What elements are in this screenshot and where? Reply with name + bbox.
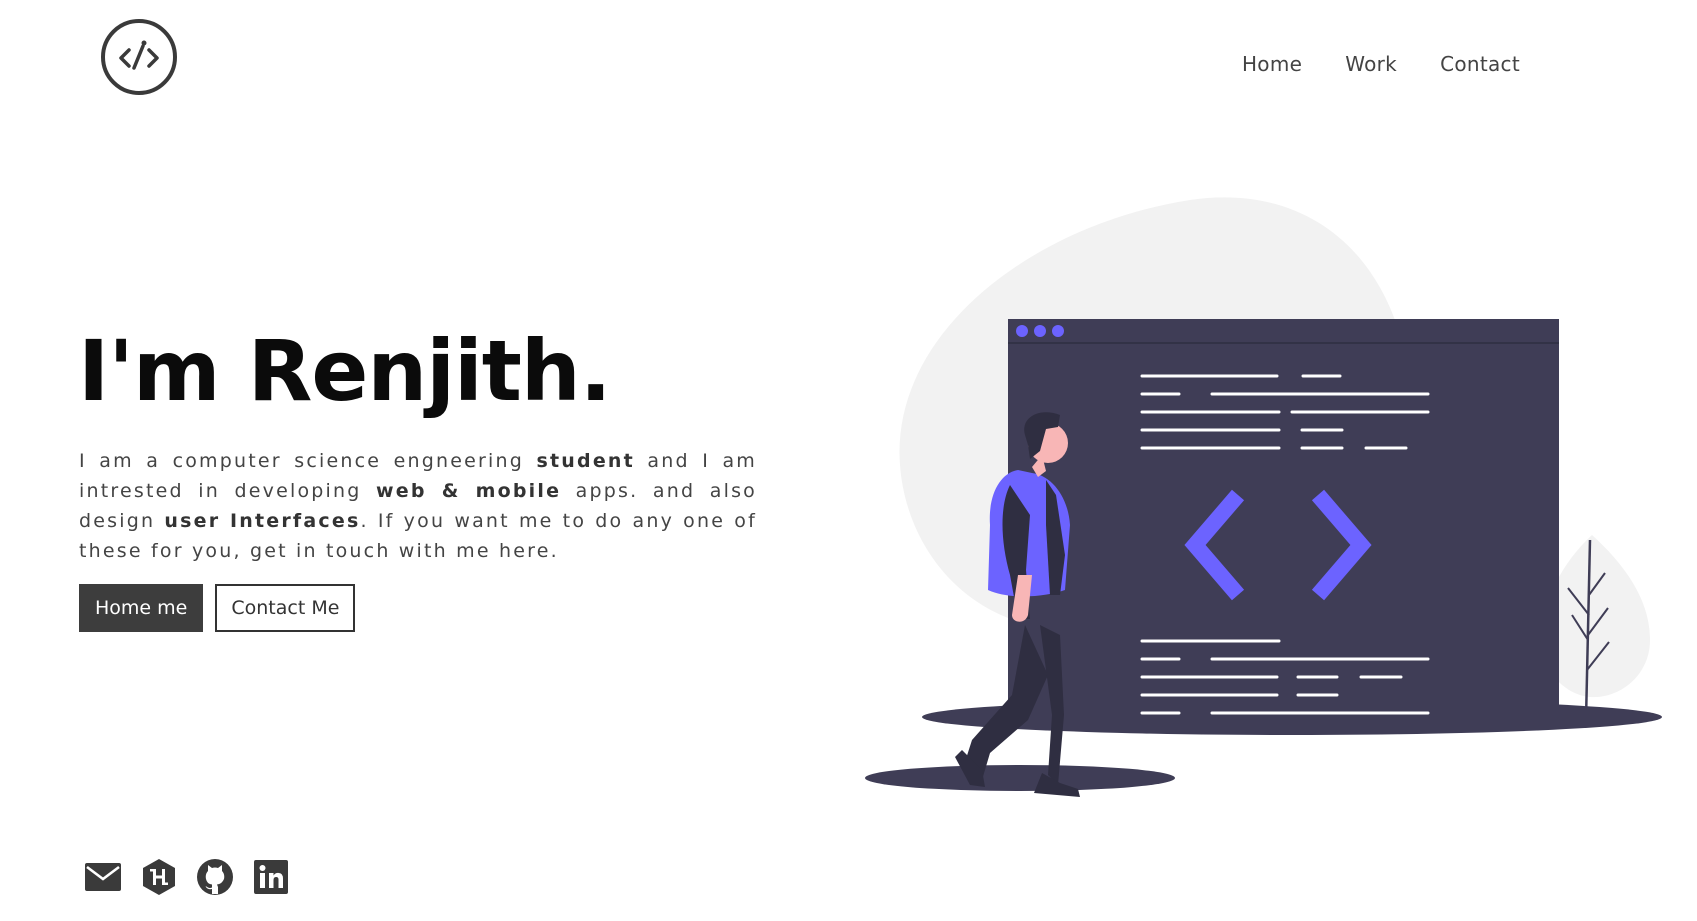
nav-work[interactable]: Work: [1345, 52, 1397, 76]
intro-bold-ui: user Interfaces: [164, 510, 361, 532]
hero-title: I'm Renjith.: [78, 322, 612, 420]
site-logo[interactable]: [100, 18, 178, 96]
contact-me-button[interactable]: Contact Me: [215, 584, 356, 632]
github-icon[interactable]: [195, 857, 235, 897]
hero-buttons: Home me Contact Me: [79, 584, 356, 632]
hashnode-icon[interactable]: [139, 857, 179, 897]
nav-contact[interactable]: Contact: [1440, 52, 1520, 76]
hero-illustration: [860, 195, 1697, 845]
mail-icon[interactable]: [83, 857, 123, 897]
nav-home[interactable]: Home: [1242, 52, 1302, 76]
browser-window-icon: [1008, 319, 1559, 729]
social-links: [83, 857, 291, 897]
intro-text-1: I am a computer science engneering: [79, 450, 537, 472]
intro-bold-student: student: [536, 450, 635, 472]
main-nav: Home Work Contact: [1242, 52, 1520, 76]
intro-bold-web-mobile: web & mobile: [376, 480, 562, 502]
home-me-button[interactable]: Home me: [79, 584, 204, 632]
linkedin-icon[interactable]: [251, 857, 291, 897]
code-pen-circle-icon: [101, 19, 177, 95]
hero-intro: I am a computer science engneering stude…: [79, 446, 757, 566]
